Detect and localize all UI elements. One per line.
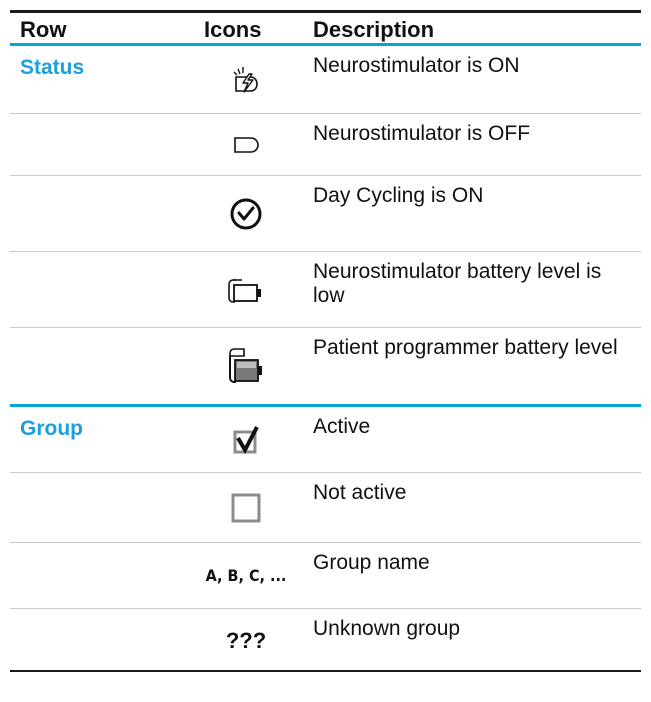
row-description: Patient programmer battery level xyxy=(313,336,618,359)
stimulator-off-icon xyxy=(200,114,292,175)
table-row: Status Neurostimulator is ON xyxy=(10,46,641,114)
header-row-column: Row xyxy=(20,17,67,42)
row-description: Active xyxy=(313,415,371,438)
row-description: Unknown group xyxy=(313,617,461,640)
table-row: Neurostimulator battery level is low xyxy=(10,252,641,328)
group-label-group: Group xyxy=(20,417,83,440)
row-description: Neurostimulator is ON xyxy=(313,54,520,77)
checkbox-checked-icon xyxy=(200,407,292,472)
table-header: Row Icons Description xyxy=(10,10,641,46)
stimulator-on-icon xyxy=(200,46,292,113)
row-description: Group name xyxy=(313,551,430,574)
row-description: Day Cycling is ON xyxy=(313,184,484,207)
header-description-column: Description xyxy=(313,17,435,42)
group-name-glyph: A, B, C, ... xyxy=(205,566,287,585)
table-row: Patient programmer battery level xyxy=(10,328,641,407)
table-row: A, B, C, ... Group name xyxy=(10,543,641,609)
row-description: Not active xyxy=(313,481,407,504)
table-row: Group Active xyxy=(10,407,641,473)
checkbox-empty-icon xyxy=(200,473,292,542)
table-row: ??? Unknown group xyxy=(10,609,641,672)
table-row: Not active xyxy=(10,473,641,543)
header-icons-column: Icons xyxy=(204,17,262,42)
row-description: Neurostimulator battery level is low xyxy=(313,260,602,307)
stimulator-battery-low-icon xyxy=(200,252,292,327)
day-cycling-icon xyxy=(200,176,292,251)
row-description: Neurostimulator is OFF xyxy=(313,122,531,145)
unknown-group-glyph: ??? xyxy=(225,628,267,653)
icon-reference-table: Row Icons Description Status Neurostimul… xyxy=(10,10,641,672)
table-row: Neurostimulator is OFF xyxy=(10,114,641,176)
table-row: Day Cycling is ON xyxy=(10,176,641,252)
group-label-status: Status xyxy=(20,56,85,79)
programmer-battery-icon xyxy=(200,328,292,404)
